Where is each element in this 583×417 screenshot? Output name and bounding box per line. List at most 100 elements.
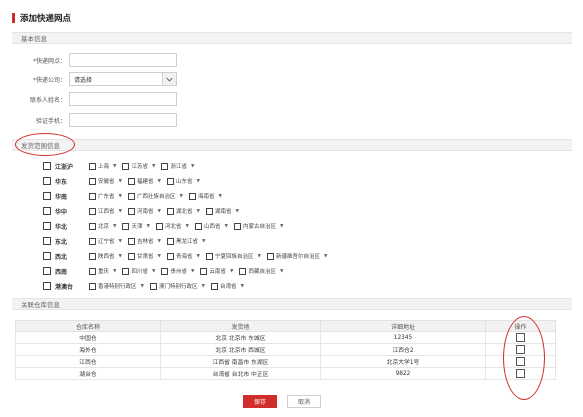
province-checkbox[interactable] — [194, 222, 202, 230]
caret-down-icon[interactable]: ▼ — [191, 164, 194, 169]
caret-down-icon[interactable]: ▼ — [119, 254, 122, 259]
province-item[interactable]: 福建省 ▼ — [127, 177, 161, 185]
region-checkbox[interactable] — [43, 177, 51, 185]
caret-down-icon[interactable]: ▼ — [158, 179, 161, 184]
province-checkbox[interactable] — [239, 267, 247, 275]
province-item[interactable]: 内蒙古自治区 ▼ — [233, 222, 283, 230]
caret-down-icon[interactable]: ▼ — [152, 269, 155, 274]
caret-down-icon[interactable]: ▼ — [240, 284, 243, 289]
row-select-checkbox[interactable] — [516, 369, 525, 378]
province-checkbox[interactable] — [89, 192, 96, 200]
caret-down-icon[interactable]: ▼ — [119, 194, 122, 199]
region-checkbox[interactable] — [43, 282, 51, 290]
caret-down-icon[interactable]: ▼ — [113, 224, 116, 229]
province-item[interactable]: 香港特别行政区 ▼ — [89, 282, 144, 290]
caret-down-icon[interactable]: ▼ — [257, 254, 260, 259]
province-item[interactable]: 河南省 ▼ — [127, 207, 161, 215]
cancel-button[interactable]: 取消 — [287, 395, 321, 408]
province-checkbox[interactable] — [89, 267, 96, 275]
caret-down-icon[interactable]: ▼ — [158, 254, 161, 259]
province-checkbox[interactable] — [155, 222, 163, 230]
caret-down-icon[interactable]: ▼ — [280, 269, 283, 274]
province-checkbox[interactable] — [210, 282, 218, 290]
province-item[interactable]: 青海省 ▼ — [166, 252, 200, 260]
province-item[interactable]: 浙江省 ▼ — [161, 162, 194, 170]
caret-down-icon[interactable]: ▼ — [180, 194, 183, 199]
province-item[interactable]: 新疆维吾尔自治区 ▼ — [266, 252, 327, 260]
caret-down-icon[interactable]: ▼ — [141, 284, 144, 289]
province-checkbox[interactable] — [166, 177, 174, 185]
branch-input[interactable] — [69, 53, 177, 67]
province-item[interactable]: 台湾省 ▼ — [210, 282, 244, 290]
province-item[interactable]: 重庆 ▼ — [89, 267, 116, 275]
phone-input[interactable] — [69, 113, 177, 127]
province-item[interactable]: 广东省 ▼ — [89, 192, 122, 200]
province-item[interactable]: 西藏自治区 ▼ — [239, 267, 283, 275]
province-checkbox[interactable] — [89, 237, 96, 245]
province-item[interactable]: 四川省 ▼ — [122, 267, 155, 275]
caret-down-icon[interactable]: ▼ — [191, 269, 194, 274]
province-checkbox[interactable] — [161, 162, 169, 170]
province-item[interactable]: 贵州省 ▼ — [161, 267, 194, 275]
province-item[interactable]: 陕西省 ▼ — [89, 252, 122, 260]
province-checkbox[interactable] — [89, 207, 96, 215]
province-checkbox[interactable] — [166, 252, 174, 260]
province-item[interactable]: 安徽省 ▼ — [89, 177, 122, 185]
province-checkbox[interactable] — [200, 267, 208, 275]
province-checkbox[interactable] — [89, 282, 96, 290]
province-item[interactable]: 澳门特别行政区 ▼ — [149, 282, 205, 290]
province-checkbox[interactable] — [127, 207, 135, 215]
province-item[interactable]: 海南省 ▼ — [188, 192, 222, 200]
region-checkbox[interactable] — [43, 237, 51, 245]
company-select[interactable]: 请选择 — [69, 72, 177, 86]
province-checkbox[interactable] — [127, 177, 135, 185]
province-item[interactable]: 山西省 ▼ — [194, 222, 228, 230]
caret-down-icon[interactable]: ▼ — [158, 209, 161, 214]
caret-down-icon[interactable]: ▼ — [196, 179, 199, 184]
province-item[interactable]: 山东省 ▼ — [166, 177, 200, 185]
province-item[interactable]: 辽宁省 ▼ — [89, 237, 122, 245]
province-item[interactable]: 天津 ▼ — [122, 222, 150, 230]
caret-down-icon[interactable]: ▼ — [119, 179, 122, 184]
region-checkbox[interactable] — [43, 207, 51, 215]
caret-down-icon[interactable]: ▼ — [119, 239, 122, 244]
region-checkbox[interactable] — [43, 162, 51, 170]
province-checkbox[interactable] — [89, 222, 96, 230]
province-item[interactable]: 河北省 ▼ — [155, 222, 189, 230]
caret-down-icon[interactable]: ▼ — [158, 239, 161, 244]
province-checkbox[interactable] — [205, 252, 213, 260]
caret-down-icon[interactable]: ▼ — [224, 224, 227, 229]
province-item[interactable]: 黑龙江省 ▼ — [166, 237, 205, 245]
province-item[interactable]: 江西省 ▼ — [89, 207, 122, 215]
province-checkbox[interactable] — [127, 237, 135, 245]
province-item[interactable]: 江苏省 ▼ — [122, 162, 155, 170]
caret-down-icon[interactable]: ▼ — [113, 269, 116, 274]
caret-down-icon[interactable]: ▼ — [196, 209, 199, 214]
province-checkbox[interactable] — [122, 162, 130, 170]
province-item[interactable]: 宁夏回族自治区 ▼ — [205, 252, 261, 260]
region-checkbox[interactable] — [43, 192, 51, 200]
caret-down-icon[interactable]: ▼ — [196, 254, 199, 259]
province-item[interactable]: 甘肃省 ▼ — [127, 252, 161, 260]
caret-down-icon[interactable]: ▼ — [280, 224, 283, 229]
row-select-checkbox[interactable] — [516, 345, 525, 354]
caret-down-icon[interactable]: ▼ — [152, 164, 155, 169]
province-item[interactable]: 北京 ▼ — [89, 222, 116, 230]
province-checkbox[interactable] — [122, 222, 130, 230]
province-checkbox[interactable] — [89, 177, 96, 185]
province-checkbox[interactable] — [205, 207, 213, 215]
province-checkbox[interactable] — [166, 207, 174, 215]
province-item[interactable]: 上海 ▼ — [89, 162, 116, 170]
province-checkbox[interactable] — [166, 237, 174, 245]
caret-down-icon[interactable]: ▼ — [202, 239, 205, 244]
caret-down-icon[interactable]: ▼ — [202, 284, 205, 289]
province-checkbox[interactable] — [266, 252, 274, 260]
region-checkbox[interactable] — [43, 267, 51, 275]
region-checkbox[interactable] — [43, 252, 51, 260]
province-item[interactable]: 湖北省 ▼ — [166, 207, 200, 215]
caret-down-icon[interactable]: ▼ — [147, 224, 150, 229]
province-checkbox[interactable] — [122, 267, 130, 275]
province-checkbox[interactable] — [89, 162, 96, 170]
province-checkbox[interactable] — [89, 252, 96, 260]
company-select-toggle[interactable] — [162, 73, 176, 85]
